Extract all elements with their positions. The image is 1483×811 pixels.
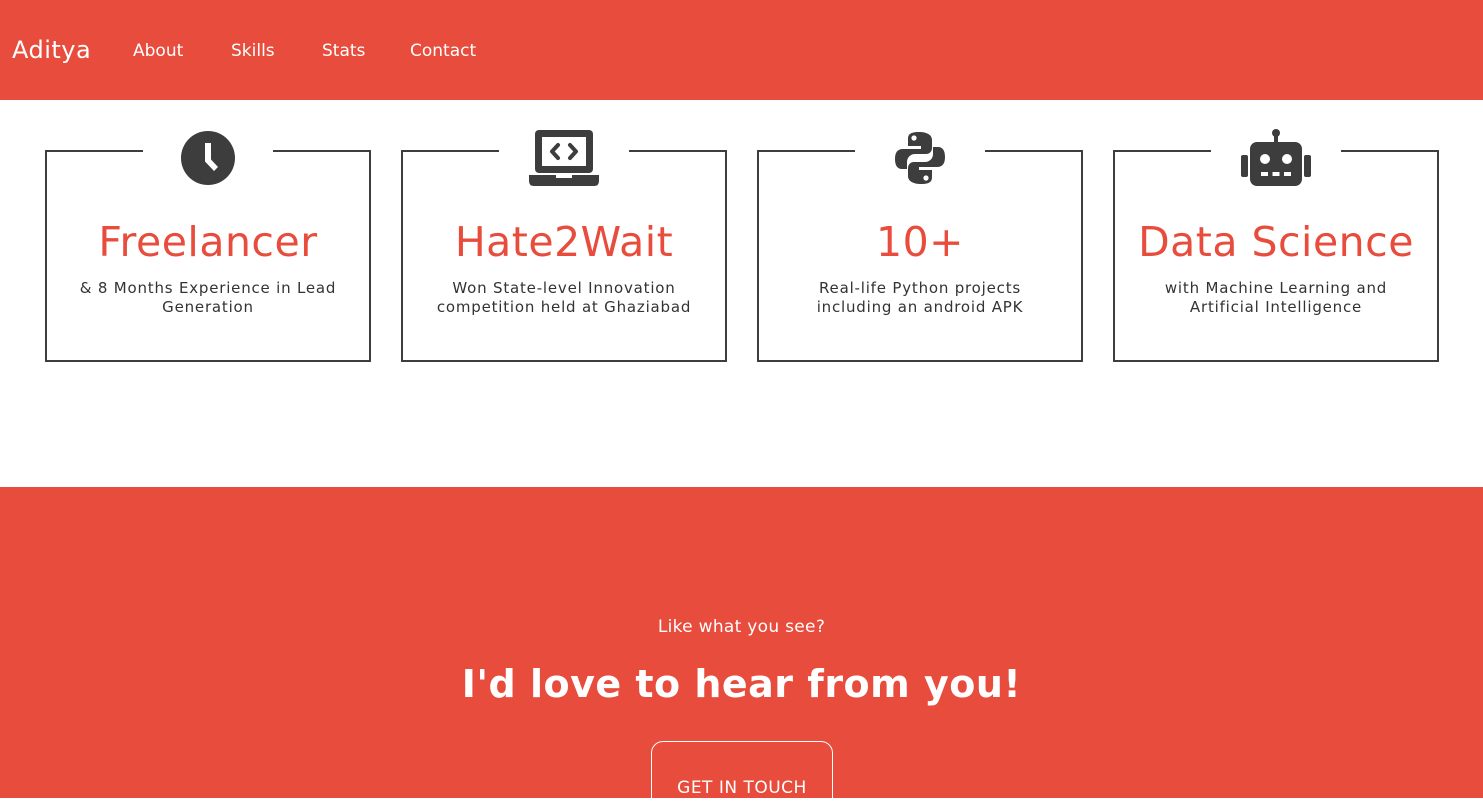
contact-section: Like what you see? I'd love to hear from…: [0, 487, 1483, 811]
robot-icon: [1115, 126, 1437, 190]
stat-description: & 8 Months Experience in Lead Generation: [79, 279, 337, 316]
contact-heading: I'd love to hear from you!: [461, 662, 1022, 706]
stat-card-freelancer: Freelancer & 8 Months Experience in Lead…: [45, 131, 371, 362]
nav-link-skills[interactable]: Skills: [231, 39, 275, 63]
clock-icon: [47, 126, 369, 190]
contact-subtitle: Like what you see?: [657, 617, 826, 637]
stat-title: Freelancer: [98, 218, 318, 266]
stat-card-data-science: Data Science with Machine Learning and A…: [1113, 129, 1439, 362]
nav-link-contact[interactable]: Contact: [410, 39, 476, 63]
brand-link[interactable]: Aditya: [12, 33, 91, 67]
stat-title: 10+: [875, 218, 965, 266]
get-in-touch-button[interactable]: GET IN TOUCH: [651, 741, 833, 811]
stat-description: with Machine Learning and Artificial Int…: [1164, 279, 1388, 316]
stat-card-python: 10+ Real-life Python projects including …: [757, 132, 1083, 362]
navbar: Aditya About Skills Stats Contact: [0, 0, 1483, 100]
stat-title: Hate2Wait: [454, 218, 674, 266]
stat-description: Won State-level Innovation competition h…: [436, 279, 692, 316]
stat-title: Data Science: [1138, 218, 1414, 266]
stat-card-hate2wait: Hate2Wait Won State-level Innovation com…: [401, 130, 727, 362]
laptop-code-icon: [403, 126, 725, 190]
python-icon: [759, 126, 1081, 190]
nav-link-stats[interactable]: Stats: [322, 39, 365, 63]
stat-description: Real-life Python projects including an a…: [816, 279, 1024, 316]
nav-link-about[interactable]: About: [133, 39, 183, 63]
